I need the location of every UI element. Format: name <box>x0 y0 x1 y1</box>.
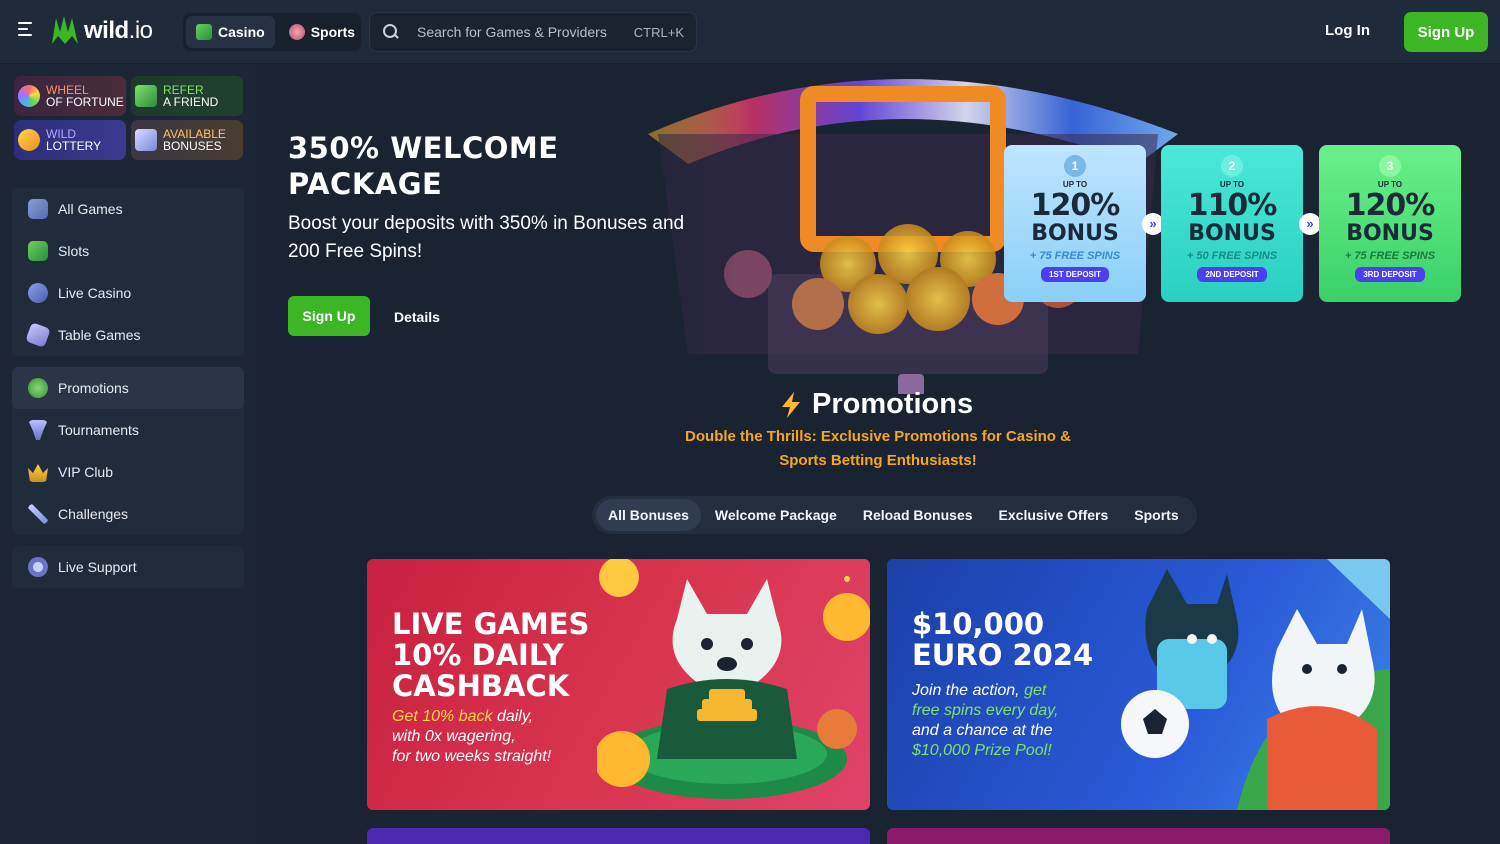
nav-group-games: All Games Slots Live Casino Table Games <box>12 188 244 356</box>
promo-card-headline: $10,000 EURO 2024 <box>912 607 1094 672</box>
quick-available-bonuses[interactable]: AVAILABLE BONUSES <box>131 120 243 160</box>
search-input[interactable] <box>417 24 617 40</box>
promo-card-peek-1[interactable] <box>367 828 870 844</box>
card-deposit: 1ST DEPOSIT <box>1040 267 1109 282</box>
card-spins: + 50 FREE SPINS <box>1186 250 1278 262</box>
promotions-subtitle: Double the Thrills: Exclusive Promotions… <box>685 428 1071 469</box>
hero-details-link[interactable]: Details <box>394 309 440 325</box>
mode-switch: Casino Sports <box>183 13 361 51</box>
filter-sports[interactable]: Sports <box>1122 499 1190 531</box>
login-button[interactable]: Log In <box>1325 22 1370 39</box>
signup-button[interactable]: Sign Up <box>1404 12 1488 52</box>
card-number: 1 <box>1064 155 1086 177</box>
card-deposit: 2ND DEPOSIT <box>1197 267 1267 282</box>
husky-dealer-illustration <box>597 559 870 799</box>
lightning-icon <box>782 391 800 418</box>
grid-icon <box>28 199 48 219</box>
megaphone-icon <box>135 85 157 107</box>
sidebar-item-live-casino[interactable]: Live Casino <box>12 272 244 314</box>
hero-title: 350% WELCOME PACKAGE <box>288 131 559 201</box>
quick-refer-a-friend[interactable]: REFER A FRIEND <box>131 76 243 116</box>
tab-casino-label: Casino <box>218 24 265 40</box>
trophy-icon <box>28 420 48 440</box>
card-percent: 120% <box>1030 188 1121 223</box>
tab-sports[interactable]: Sports <box>279 16 365 48</box>
football-animals-illustration <box>1121 559 1390 810</box>
dealer-icon <box>28 283 48 303</box>
card-percent: 110% <box>1187 188 1278 223</box>
logo[interactable]: wild.io <box>50 14 153 48</box>
sidebar-item-challenges[interactable]: Challenges <box>12 493 244 535</box>
sidebar-item-tournaments[interactable]: Tournaments <box>12 409 244 451</box>
sidebar: WHEEL OF FORTUNE REFER A FRIEND WILD LOTTER… <box>0 64 257 844</box>
deposit-card-2[interactable]: 2 UP TO 110% BONUS + 50 FREE SPINS 2ND D… <box>1161 145 1303 302</box>
casino-icon <box>196 24 212 40</box>
promotions-title: Promotions <box>780 388 973 421</box>
money-bag-icon <box>28 378 48 398</box>
dice-icon <box>25 322 51 348</box>
headset-icon <box>28 557 48 577</box>
filter-reload-bonuses[interactable]: Reload Bonuses <box>851 499 985 531</box>
card-number: 2 <box>1221 155 1243 177</box>
sports-ball-icon <box>288 24 305 40</box>
nav-group-support: Live Support <box>12 546 244 588</box>
sidebar-item-live-support[interactable]: Live Support <box>12 546 244 588</box>
card-number: 3 <box>1379 155 1401 177</box>
nav-group-extras: Promotions Tournaments VIP Club Challeng… <box>12 367 244 535</box>
deposit-card-3[interactable]: 3 UP TO 120% BONUS + 75 FREE SPINS 3RD D… <box>1319 145 1461 302</box>
logo-text: wild.io <box>84 17 153 44</box>
quick-wild-lottery[interactable]: WILD LOTTERY <box>14 120 126 160</box>
card-spins: + 75 FREE SPINS <box>1029 250 1121 262</box>
promo-card-live-cashback[interactable]: LIVE GAMES 10% DAILY CASHBACK Get 10% back… <box>367 559 870 810</box>
filter-welcome-package[interactable]: Welcome Package <box>703 499 849 531</box>
filter-exclusive-offers[interactable]: Exclusive Offers <box>987 499 1121 531</box>
menu-toggle-icon[interactable] <box>18 22 38 42</box>
card-bonus: BONUS <box>1031 221 1119 246</box>
card-percent: 120% <box>1345 188 1436 223</box>
sidebar-item-promotions[interactable]: Promotions <box>12 367 244 409</box>
tab-sports-label: Sports <box>310 24 356 40</box>
wheel-icon <box>18 85 40 107</box>
top-header: wild.io Casino Sports CTRL+K Log In Sign… <box>0 0 1500 64</box>
sidebar-item-table-games[interactable]: Table Games <box>12 314 244 356</box>
slot-machine-icon <box>28 241 48 261</box>
card-bonus: BONUS <box>1188 221 1276 246</box>
deposit-card-1[interactable]: 1 UP TO 120% BONUS + 75 FREE SPINS 1ST D… <box>1004 145 1146 302</box>
promo-card-body: Join the action, get free spins every da… <box>912 682 1059 759</box>
search-shortcut: CTRL+K <box>633 24 684 40</box>
promo-card-euro-2024[interactable]: $10,000 EURO 2024 Join the action, get fr… <box>887 559 1390 810</box>
filter-all-bonuses[interactable]: All Bonuses <box>596 499 701 531</box>
promo-card-peek-2[interactable] <box>887 828 1390 844</box>
logo-wolf-icon <box>52 16 78 44</box>
hero-subtitle: Boost your deposits with 350% in Bonuses… <box>288 213 685 262</box>
quick-wheel-of-fortune[interactable]: WHEEL OF FORTUNE <box>14 76 126 116</box>
promo-card-body: Get 10% back daily, with 0x wagering, fo… <box>392 708 552 765</box>
card-spins: + 75 FREE SPINS <box>1344 250 1436 262</box>
search-icon <box>383 24 399 40</box>
gift-icon <box>135 129 157 151</box>
tab-casino[interactable]: Casino <box>186 16 275 48</box>
sidebar-item-all-games[interactable]: All Games <box>12 188 244 230</box>
search-bar[interactable]: CTRL+K <box>369 12 697 52</box>
hero-signup-button[interactable]: Sign Up <box>288 296 370 336</box>
promo-card-headline: LIVE GAMES 10% DAILY CASHBACK <box>392 607 590 703</box>
swords-icon <box>28 504 48 524</box>
sidebar-item-slots[interactable]: Slots <box>12 230 244 272</box>
card-bonus: BONUS <box>1346 221 1434 246</box>
lottery-icon <box>18 129 40 151</box>
hero-banner: 350% WELCOME PACKAGE Boost your deposits … <box>258 64 1500 394</box>
card-deposit: 3RD DEPOSIT <box>1355 267 1425 282</box>
crown-icon <box>28 464 48 482</box>
chevron-right-icon: » <box>1299 213 1321 235</box>
promo-filter-bar: All Bonuses Welcome Package Reload Bonus… <box>592 496 1197 534</box>
sidebar-item-vip-club[interactable]: VIP Club <box>12 451 244 493</box>
